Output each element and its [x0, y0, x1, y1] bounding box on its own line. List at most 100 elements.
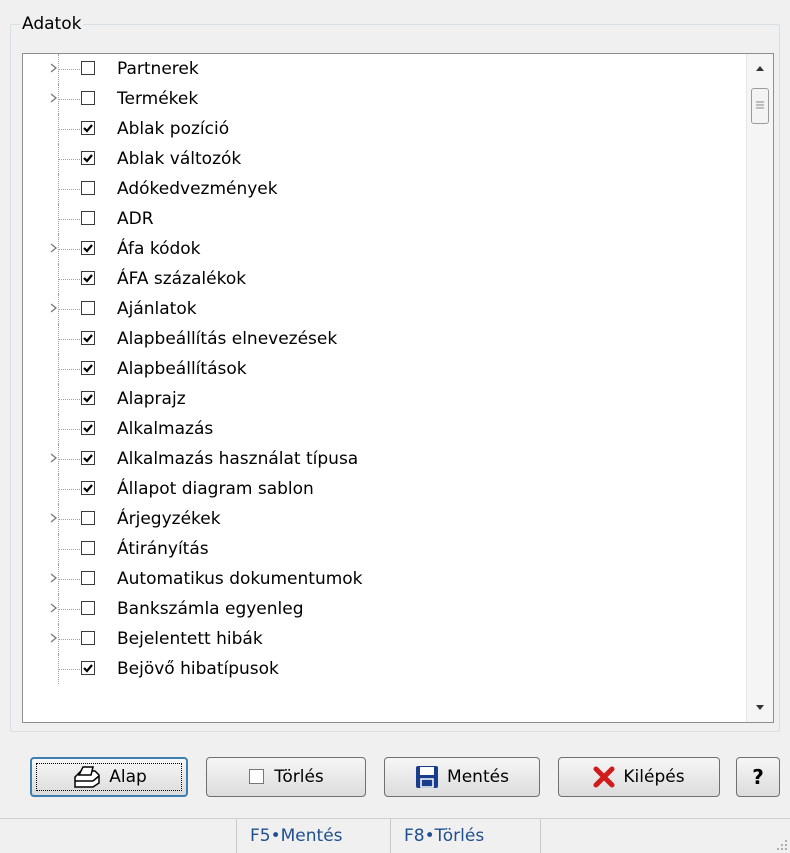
- tree-row[interactable]: Partnerek: [23, 54, 745, 84]
- resize-grip-icon[interactable]: [774, 837, 788, 851]
- tree-checkbox[interactable]: [81, 181, 95, 195]
- tree-checkbox[interactable]: [81, 631, 95, 645]
- tree-checkbox[interactable]: [81, 571, 95, 585]
- expand-arrow-icon[interactable]: [49, 511, 59, 525]
- expand-arrow-icon[interactable]: [49, 601, 59, 615]
- tree-checkbox[interactable]: [81, 121, 95, 135]
- tree-row[interactable]: Bejövő hibatípusok: [23, 654, 745, 684]
- tree-checkbox[interactable]: [81, 451, 95, 465]
- tree-branch-line: [58, 219, 80, 220]
- tree-row[interactable]: Bejelentett hibák: [23, 624, 745, 654]
- tree-row[interactable]: ÁFA százalékok: [23, 264, 745, 294]
- tree-checkbox[interactable]: [81, 301, 95, 315]
- expand-arrow-icon[interactable]: [49, 241, 59, 255]
- tree-item-label: Állapot diagram sablon: [117, 479, 314, 499]
- status-separator: [390, 819, 391, 853]
- tree-checkbox[interactable]: [81, 61, 95, 75]
- tree-branch-line: [58, 459, 80, 460]
- tree-item-label: Adókedvezmények: [117, 179, 278, 199]
- tree-row[interactable]: Átirányítás: [23, 534, 745, 564]
- tree-checkbox[interactable]: [81, 511, 95, 525]
- tree-branch-line: [58, 309, 80, 310]
- tree-row[interactable]: Ablak pozíció: [23, 114, 745, 144]
- tree-checkbox[interactable]: [81, 481, 95, 495]
- checkmark-icon: [83, 484, 93, 493]
- vertical-scrollbar[interactable]: [746, 54, 773, 722]
- tree-branch-line: [58, 189, 80, 190]
- tree-item-label: Alkalmazás: [117, 419, 214, 439]
- tree-row[interactable]: Alkalmazás: [23, 414, 745, 444]
- tree-row[interactable]: Árjegyzékek: [23, 504, 745, 534]
- tree-branch-line: [58, 69, 80, 70]
- tree-item-label: Alaprajz: [117, 389, 186, 409]
- tree-branch-line: [58, 369, 80, 370]
- mentes-button[interactable]: Mentés: [384, 757, 540, 797]
- alap-button[interactable]: Alap: [30, 757, 188, 797]
- tree-row[interactable]: Ajánlatok: [23, 294, 745, 324]
- help-label: ?: [752, 765, 764, 789]
- tree-row[interactable]: Ablak változók: [23, 144, 745, 174]
- expand-arrow-icon[interactable]: [49, 61, 59, 75]
- tree-checkbox[interactable]: [81, 541, 95, 555]
- tree-branch-line: [58, 279, 80, 280]
- status-f8-delete[interactable]: F8•Törlés: [392, 819, 496, 853]
- tree-row[interactable]: Termékek: [23, 84, 745, 114]
- expand-arrow-icon[interactable]: [49, 301, 59, 315]
- tree-branch-line: [58, 429, 80, 430]
- tree-item-label: ADR: [117, 209, 154, 229]
- tree-checkbox[interactable]: [81, 391, 95, 405]
- tree-checkbox[interactable]: [81, 331, 95, 345]
- help-button[interactable]: ?: [736, 757, 780, 797]
- tree-branch-line: [58, 669, 80, 670]
- tree-checkbox[interactable]: [81, 241, 95, 255]
- group-title: Adatok: [20, 14, 84, 34]
- tree-row[interactable]: Bankszámla egyenleg: [23, 594, 745, 624]
- expand-arrow-icon[interactable]: [49, 91, 59, 105]
- tree-item-label: Ajánlatok: [117, 299, 197, 319]
- chevron-up-icon: [756, 66, 764, 71]
- tree-checkbox[interactable]: [81, 91, 95, 105]
- tree-item-label: Árjegyzékek: [117, 509, 221, 529]
- chevron-down-icon: [756, 705, 764, 710]
- status-f5-save[interactable]: F5•Mentés: [238, 819, 355, 853]
- tree-row[interactable]: Áfa kódok: [23, 234, 745, 264]
- status-separator: [236, 819, 237, 853]
- tree-branch-line: [58, 249, 80, 250]
- checkmark-icon: [83, 274, 93, 283]
- mentes-label: Mentés: [447, 767, 509, 787]
- tree-checkbox[interactable]: [81, 601, 95, 615]
- kilepes-label: Kilépés: [623, 767, 685, 787]
- torles-button[interactable]: Törlés: [206, 757, 366, 797]
- tree-checkbox[interactable]: [81, 271, 95, 285]
- tree-row[interactable]: Adókedvezmények: [23, 174, 745, 204]
- tree-branch-line: [58, 159, 80, 160]
- tree-row[interactable]: Állapot diagram sablon: [23, 474, 745, 504]
- tree-branch-line: [58, 489, 80, 490]
- tree-checkbox[interactable]: [81, 361, 95, 375]
- checkmark-icon: [83, 454, 93, 463]
- tree-row[interactable]: Automatikus dokumentumok: [23, 564, 745, 594]
- tree-checkbox[interactable]: [81, 661, 95, 675]
- tree-list: Partnerek Termékek Ablak pozíció Ablak vált…: [23, 54, 745, 722]
- kilepes-button[interactable]: Kilépés: [558, 757, 720, 797]
- tree-row[interactable]: ADR: [23, 204, 745, 234]
- expand-arrow-icon[interactable]: [49, 631, 59, 645]
- tree-checkbox[interactable]: [81, 211, 95, 225]
- tree-item-label: Partnerek: [117, 59, 199, 79]
- floppy-disk-icon: [416, 766, 439, 788]
- data-tree[interactable]: Partnerek Termékek Ablak pozíció Ablak vált…: [22, 53, 774, 723]
- tree-row[interactable]: Alkalmazás használat típusa: [23, 444, 745, 474]
- tree-row[interactable]: Alapbeállítások: [23, 354, 745, 384]
- tree-item-label: Ablak pozíció: [117, 119, 230, 139]
- tree-branch-line: [58, 639, 80, 640]
- scroll-up-button[interactable]: [747, 54, 773, 82]
- tree-checkbox[interactable]: [81, 421, 95, 435]
- tree-row[interactable]: Alaprajz: [23, 384, 745, 414]
- expand-arrow-icon[interactable]: [49, 451, 59, 465]
- scroll-down-button[interactable]: [747, 694, 773, 722]
- tree-checkbox[interactable]: [81, 151, 95, 165]
- scroll-thumb[interactable]: [751, 88, 769, 124]
- tree-item-label: Bejövő hibatípusok: [117, 659, 279, 679]
- expand-arrow-icon[interactable]: [49, 571, 59, 585]
- tree-row[interactable]: Alapbeállítás elnevezések: [23, 324, 745, 354]
